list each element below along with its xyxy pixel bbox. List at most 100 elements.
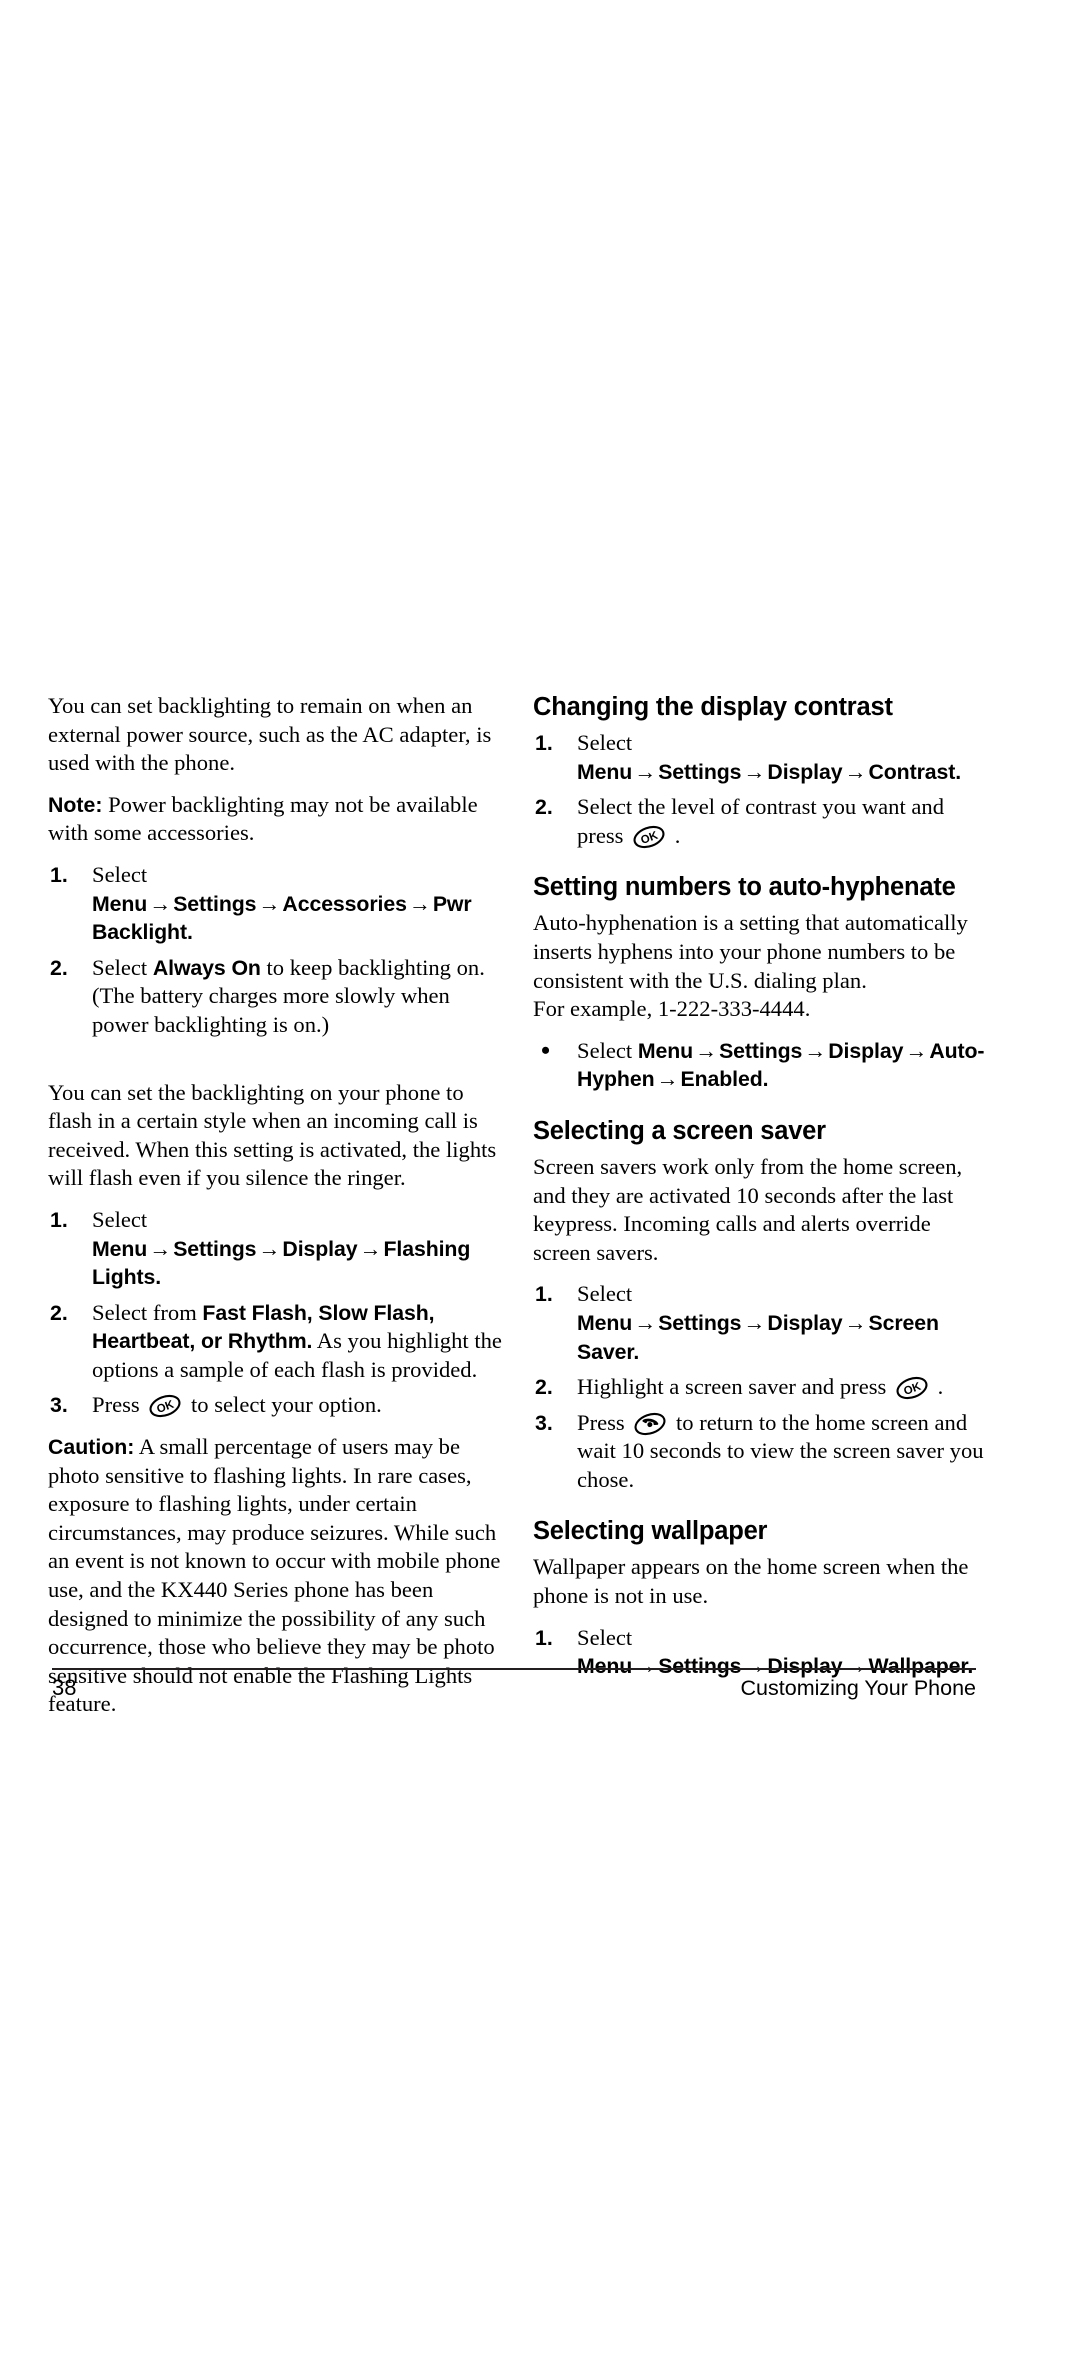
step-prefix: Select — [92, 861, 148, 887]
list-item: 2. Select from Fast Flash, Slow Flash, He… — [48, 1299, 503, 1385]
arrow-icon: → — [149, 890, 172, 916]
list-item: 1. Select Menu→Settings→Display→Screen Sa… — [533, 1280, 988, 1366]
step-prefix: Highlight a screen saver and press — [577, 1374, 892, 1400]
menu-term: Menu — [637, 1038, 694, 1063]
end-call-key-icon — [631, 1411, 669, 1437]
contrast-steps: 1. Select Menu→Settings→Display→Contrast.… — [533, 729, 988, 850]
list-item: 1. Select Menu→Settings→Display→Flashing … — [48, 1206, 503, 1292]
flashing-lights-intro-paragraph: You can set the backlighting on your pho… — [48, 1079, 497, 1191]
wallpaper-intro-paragraph: Wallpaper appears on the home screen whe… — [533, 1554, 969, 1609]
ok-key-icon: OK — [893, 1375, 931, 1401]
list-item: 1. Select Menu→Settings→Accessories→Pwr B… — [48, 861, 503, 947]
menu-term: Menu — [92, 891, 148, 916]
pwr-backlight-steps: 1. Select Menu→Settings→Accessories→Pwr B… — [48, 861, 503, 1040]
auto-hyphenate-steps: • Select Menu→Settings→Display→Auto-Hyphe… — [533, 1035, 988, 1094]
auto-hyphenate-intro-paragraph: Auto-hyphenation is a setting that autom… — [533, 910, 968, 993]
footer-divider — [52, 1668, 976, 1670]
flashing-lights-steps: 1. Select Menu→Settings→Display→Flashing … — [48, 1206, 503, 1420]
menu-term: Display — [767, 1310, 843, 1335]
step-suffix: to select your option. — [185, 1392, 382, 1418]
arrow-icon: → — [258, 1235, 281, 1261]
arrow-icon: → — [844, 1309, 867, 1335]
step-prefix: Select — [577, 1037, 638, 1063]
step-marker: 1. — [535, 731, 553, 755]
menu-term: Menu — [577, 759, 633, 784]
step-marker: 2. — [50, 1300, 68, 1325]
list-item: • Select Menu→Settings→Display→Auto-Hyphe… — [533, 1035, 988, 1094]
arrow-icon: → — [258, 890, 281, 916]
arrow-icon: → — [408, 890, 431, 916]
step-suffix: . — [669, 822, 681, 848]
arrow-icon: → — [695, 1037, 718, 1063]
menu-term: Settings — [658, 1310, 742, 1335]
list-item: 2. Select Always On to keep backlighting … — [48, 954, 503, 1040]
note-paragraph: Note: Power backlighting may not be avai… — [48, 791, 503, 848]
step-marker: 1. — [50, 1207, 68, 1232]
step-marker: 3. — [535, 1410, 553, 1435]
note-label: Note: — [48, 792, 103, 817]
menu-term: Display — [282, 1236, 358, 1261]
auto-hyphenate-example: For example, 1-222-333-4444. — [533, 996, 811, 1022]
step-prefix: Press — [577, 1409, 631, 1435]
menu-term: Settings — [658, 759, 742, 784]
menu-term: Contrast. — [868, 759, 962, 784]
screen-saver-steps: 1. Select Menu→Settings→Display→Screen Sa… — [533, 1280, 988, 1494]
ok-key-icon: OK — [146, 1393, 184, 1419]
list-item: 2. Highlight a screen saver and press OK … — [533, 1373, 988, 1402]
step-marker: 2. — [535, 1375, 553, 1400]
menu-term: Menu — [577, 1310, 633, 1335]
arrow-icon: → — [905, 1037, 928, 1063]
step-marker: 3. — [50, 1393, 68, 1418]
step-prefix: Select — [577, 730, 633, 755]
arrow-icon: → — [149, 1235, 172, 1261]
step-prefix: Press — [92, 1392, 146, 1418]
ok-key-icon: OK — [630, 824, 668, 850]
step-prefix: Select — [92, 1206, 148, 1232]
page-footer: 38 Customizing Your Phone — [52, 1668, 976, 1702]
caution-label: Caution: — [48, 1435, 135, 1460]
arrow-icon: → — [634, 758, 657, 784]
footer-line: 38 Customizing Your Phone — [52, 1674, 976, 1702]
arrow-icon: → — [634, 1309, 657, 1335]
section-heading-wallpaper: Selecting wallpaper — [533, 1517, 768, 1546]
menu-term: Settings — [173, 1236, 257, 1261]
menu-term: Always On — [152, 955, 261, 980]
arrow-icon: → — [743, 1309, 766, 1335]
screen-saver-intro-paragraph: Screen savers work only from the home sc… — [533, 1153, 963, 1265]
menu-term: Display — [828, 1038, 904, 1063]
menu-term: Enabled. — [680, 1067, 769, 1092]
list-item: 2. Select the level of contrast you want … — [533, 793, 988, 850]
step-marker: 2. — [50, 955, 68, 980]
step-marker: 1. — [50, 862, 68, 887]
section-heading-auto-hyphenate: Setting numbers to auto-hyphenate — [533, 873, 956, 902]
step-marker: 1. — [535, 1282, 553, 1307]
menu-term: Settings — [173, 891, 257, 916]
menu-term: Display — [767, 759, 843, 784]
arrow-icon: → — [804, 1037, 827, 1063]
running-head: Customizing Your Phone — [740, 1676, 976, 1700]
menu-term: Accessories — [282, 891, 407, 916]
step-marker: 1. — [535, 1625, 553, 1650]
page-number: 38 — [52, 1675, 77, 1700]
step-marker: 2. — [535, 795, 553, 820]
section-heading-screen-saver: Selecting a screen saver — [533, 1116, 826, 1145]
menu-term: Menu — [92, 1236, 148, 1261]
step-prefix: Select — [92, 954, 153, 980]
right-column: Changing the display contrast 1. Select M… — [533, 692, 988, 1694]
list-item: 3. Press OK to select your option. — [48, 1391, 503, 1420]
bullet-icon: • — [541, 1035, 551, 1065]
list-item: 3. Press to return to the home screen and… — [533, 1409, 988, 1495]
arrow-icon: → — [844, 758, 867, 784]
section-heading-contrast: Changing the display contrast — [533, 693, 893, 721]
left-column: You can set backlighting to remain on wh… — [48, 692, 503, 1732]
manual-page: You can set backlighting to remain on wh… — [0, 0, 1080, 2376]
note-text: Power backlighting may not be available … — [48, 791, 478, 846]
menu-term: Settings — [719, 1038, 803, 1063]
step-prefix: Select — [577, 1281, 633, 1307]
list-item: 1. Select Menu→Settings→Display→Contrast. — [533, 729, 988, 786]
arrow-icon: → — [656, 1066, 679, 1092]
arrow-icon: → — [743, 758, 766, 784]
arrow-icon: → — [359, 1235, 382, 1261]
backlight-intro-paragraph: You can set backlighting to remain on wh… — [48, 693, 492, 776]
